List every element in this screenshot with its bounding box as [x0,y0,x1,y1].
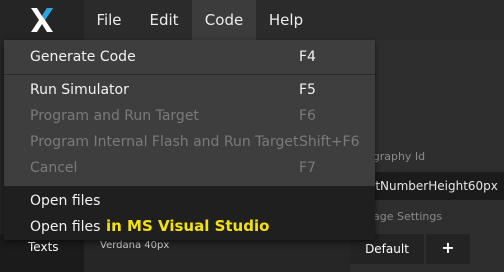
menu-item-shortcut: F5 [299,82,316,98]
menu-item-label: Run Simulator [30,82,129,98]
menu-bar: File Edit Code Help [0,0,504,40]
menu-item-open-files[interactable]: Open files [4,188,375,214]
menu-file[interactable]: File [84,0,134,40]
menu-item-shortcut: F6 [299,108,316,124]
add-language-button[interactable]: + [426,234,470,264]
texts-tab-label: Texts [28,240,59,254]
menu-item-label: Program and Run Target [30,108,199,124]
menu-item-program-and-run-target[interactable]: Program and Run Target F6 [4,103,375,129]
menu-item-label: Cancel [30,160,78,176]
menu-code[interactable]: Code [192,0,256,40]
code-menu-dropdown: Generate Code F4 Run Simulator F5 Progra… [4,40,375,240]
visual-studio-annotation: in MS Visual Studio [106,217,270,235]
language-settings-label: uage Settings [366,210,443,223]
menu-item-generate-code[interactable]: Generate Code F4 [4,44,375,70]
menu-item-shortcut: Shift+F6 [299,134,360,150]
x-logo-icon [31,8,53,32]
font-info: Verdana 40px [100,240,170,251]
menu-item-shortcut: F4 [299,49,316,65]
menu-help[interactable]: Help [258,0,314,40]
menu-item-program-internal-flash[interactable]: Program Internal Flash and Run Target Sh… [4,129,375,155]
menu-item-run-simulator[interactable]: Run Simulator F5 [4,77,375,103]
menu-item-label: Open files [30,193,101,209]
menu-item-shortcut: F7 [299,160,316,176]
menu-separator [4,74,375,75]
app-logo[interactable] [0,0,84,40]
menu-edit[interactable]: Edit [137,0,191,40]
menu-item-cancel[interactable]: Cancel F7 [4,155,375,181]
menu-item-label: Open files [30,219,101,235]
menu-item-label: Program Internal Flash and Run Target [30,134,299,150]
menu-item-label: Generate Code [30,49,136,65]
typography-id-value: itNumberHeight60px [372,179,498,193]
